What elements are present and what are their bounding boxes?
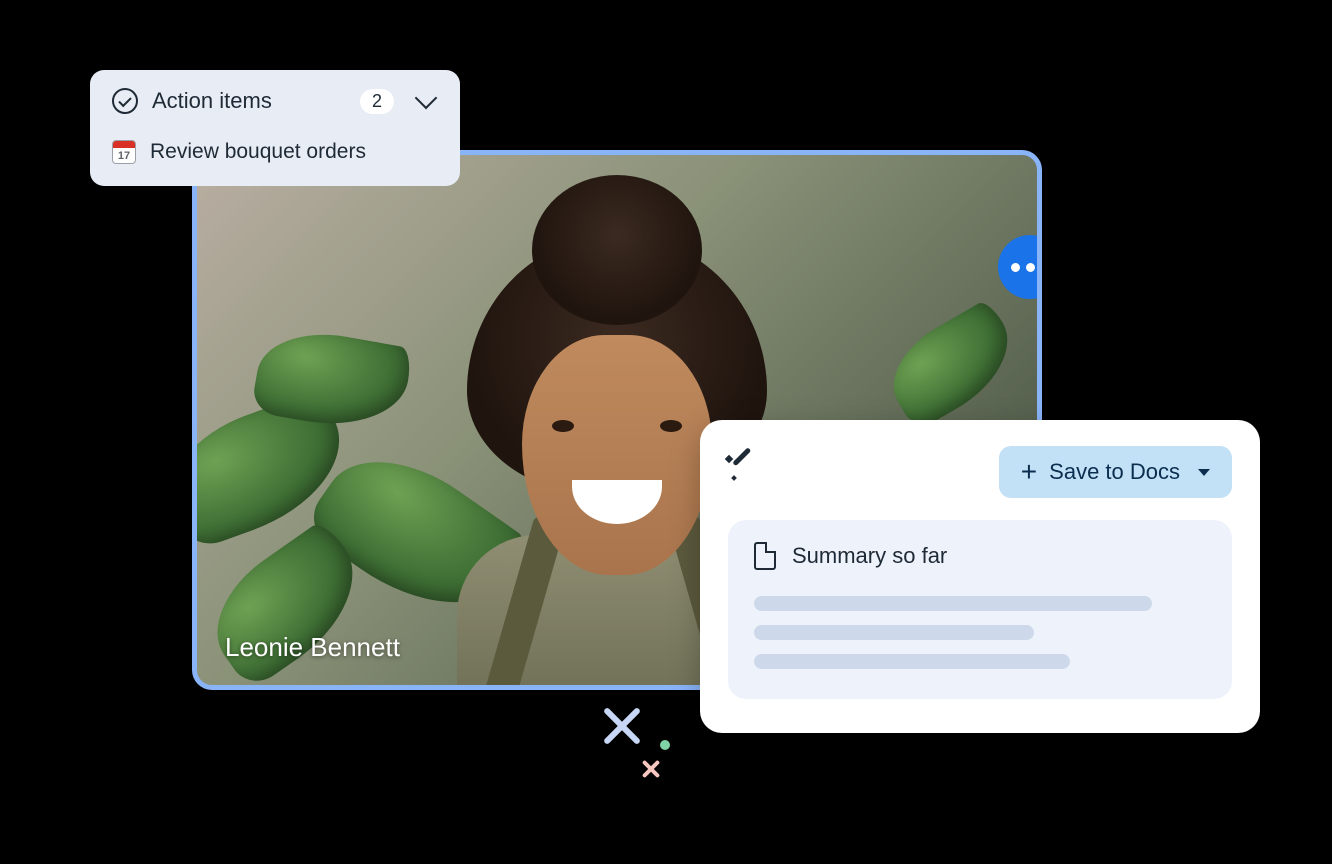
save-to-docs-label: Save to Docs	[1049, 459, 1180, 485]
action-items-count-badge: 2	[360, 89, 394, 114]
summary-placeholder-line	[754, 654, 1070, 669]
action-items-header[interactable]: Action items 2	[112, 88, 438, 114]
chevron-down-icon	[415, 87, 438, 110]
save-to-docs-button[interactable]: + Save to Docs	[999, 446, 1232, 498]
action-item-text: Review bouquet orders	[150, 140, 366, 164]
more-options-icon	[1011, 263, 1020, 272]
sparkle-dot-icon	[660, 740, 670, 750]
document-icon	[754, 542, 776, 570]
summary-card: + Save to Docs Summary so far	[700, 420, 1260, 733]
participant-name: Leonie Bennett	[225, 632, 400, 663]
action-items-panel: Action items 2 17 Review bouquet orders	[90, 70, 460, 186]
plus-icon: +	[1021, 458, 1037, 486]
sparkle-icon	[635, 753, 666, 784]
calendar-icon: 17	[112, 140, 136, 164]
dropdown-caret-icon	[1198, 469, 1210, 476]
magic-wand-icon	[728, 458, 756, 486]
checkmark-circle-icon	[112, 88, 138, 114]
summary-placeholder-line	[754, 625, 1034, 640]
action-items-title: Action items	[152, 88, 346, 114]
sparkle-icon	[588, 692, 656, 760]
summary-title: Summary so far	[792, 543, 947, 569]
summary-body: Summary so far	[728, 520, 1232, 699]
action-item-row[interactable]: 17 Review bouquet orders	[112, 140, 438, 164]
summary-placeholder-line	[754, 596, 1152, 611]
